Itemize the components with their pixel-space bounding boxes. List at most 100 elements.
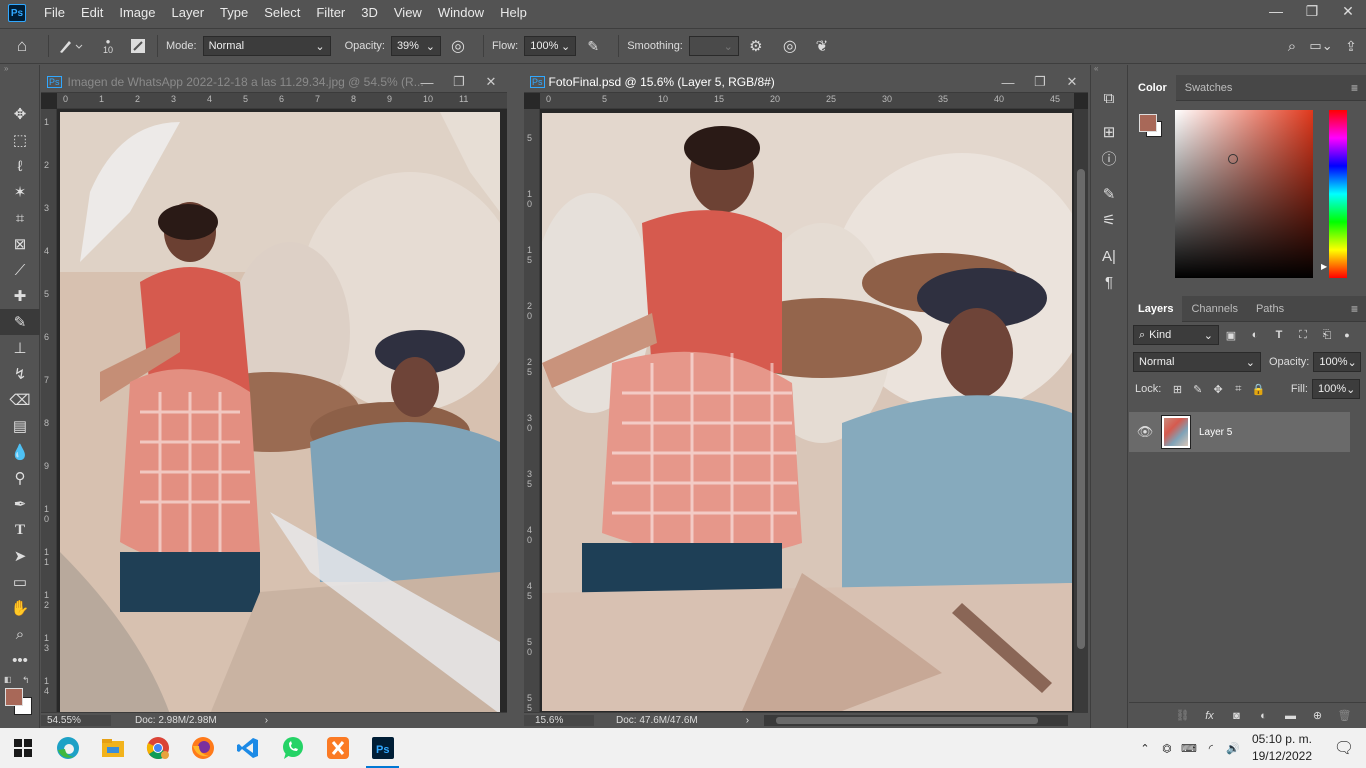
document-tab-whatsapp[interactable]: Ps Imagen de WhatsApp 2022-12-18 a las 1… — [41, 71, 507, 93]
layer-kind-filter[interactable]: ⌕ Kind ⌄ — [1133, 325, 1219, 345]
pen-tool-icon[interactable]: ✒ — [0, 491, 40, 517]
collapse-icon[interactable]: » — [0, 65, 39, 73]
menu-image[interactable]: Image — [111, 0, 163, 26]
airbrush-icon[interactable]: ✎ — [576, 38, 610, 55]
panel-menu-icon[interactable]: ≡ — [1351, 81, 1358, 95]
crop-tool-icon[interactable]: ⌗ — [0, 205, 40, 231]
lock-position-icon[interactable]: ✥ — [1208, 383, 1228, 396]
menu-select[interactable]: Select — [256, 0, 308, 26]
color-field[interactable] — [1175, 110, 1313, 278]
tab-color[interactable]: Color — [1129, 74, 1176, 101]
minimize-button[interactable]: — — [1258, 0, 1294, 22]
menu-help[interactable]: Help — [492, 0, 535, 26]
clock[interactable]: 05:10 p. m. 19/12/2022 — [1252, 731, 1312, 765]
filter-toggle-icon[interactable]: ● — [1339, 330, 1355, 340]
type-tool-icon[interactable]: T — [0, 517, 40, 543]
doc-restore-button[interactable]: ❐ — [443, 74, 475, 90]
fill-field[interactable]: 100% ⌄ — [1311, 379, 1360, 399]
marquee-tool-icon[interactable]: ⬚ — [0, 127, 40, 153]
move-tool-icon[interactable]: ✥ — [0, 101, 40, 127]
foreground-color-swatch[interactable] — [5, 688, 23, 706]
doc-close-button[interactable]: ✕ — [475, 74, 507, 90]
close-button[interactable]: ✕ — [1330, 0, 1366, 22]
tab-channels[interactable]: Channels — [1182, 296, 1246, 322]
adjustment-filter-icon[interactable]: ◐ — [1243, 329, 1267, 341]
doc-minimize-button[interactable]: — — [411, 75, 443, 90]
status-menu-chevron-icon[interactable]: › — [265, 715, 268, 726]
file-explorer-taskbar-icon[interactable] — [90, 728, 135, 768]
search-icon[interactable]: ⌕ — [1278, 38, 1306, 55]
lock-transparent-icon[interactable]: ⊞ — [1167, 383, 1187, 396]
eyedropper-tool-icon[interactable]: ⟋ — [0, 257, 40, 283]
healing-brush-tool-icon[interactable]: ✚ — [0, 283, 40, 309]
rectangle-tool-icon[interactable]: ▭ — [0, 569, 40, 595]
brush-size-picker[interactable]: ● 10 — [89, 37, 127, 55]
chrome-taskbar-icon[interactable] — [135, 728, 180, 768]
add-mask-icon[interactable]: ◙ — [1223, 710, 1250, 722]
tab-paths[interactable]: Paths — [1247, 296, 1293, 322]
doc-restore-button[interactable]: ❐ — [1024, 74, 1056, 90]
menu-view[interactable]: View — [386, 0, 430, 26]
notifications-icon[interactable]: 🗨 — [1322, 738, 1366, 758]
speaker-icon[interactable]: 🔊 — [1222, 742, 1244, 755]
lock-artboard-icon[interactable]: ⌗ — [1228, 383, 1248, 396]
meet-now-icon[interactable]: ⏣ — [1156, 742, 1178, 755]
link-layers-icon[interactable]: ⛓ — [1169, 709, 1196, 722]
type-filter-icon[interactable]: T — [1267, 329, 1291, 341]
hand-tool-icon[interactable]: ✋ — [0, 595, 40, 621]
info-panel-icon[interactable]: ⓘ — [1091, 145, 1127, 171]
menu-file[interactable]: File — [36, 0, 73, 26]
dodge-tool-icon[interactable]: ⚲ — [0, 465, 40, 491]
brush-settings-icon[interactable] — [127, 38, 149, 54]
zoom-tool-icon[interactable]: ⌕ — [0, 621, 40, 647]
menu-filter[interactable]: Filter — [308, 0, 353, 26]
trash-icon[interactable]: 🗑 — [1331, 709, 1358, 722]
canvas-restored-photo[interactable] — [542, 113, 1072, 711]
symmetry-icon[interactable]: ❦ — [807, 37, 837, 55]
eye-icon[interactable]: 👁 — [1129, 424, 1161, 440]
home-icon[interactable]: ⌂ — [0, 36, 44, 56]
new-group-icon[interactable]: ▬ — [1277, 710, 1304, 722]
history-panel-icon[interactable]: ⧉ — [1091, 85, 1127, 111]
photoshop-taskbar-icon[interactable]: Ps — [360, 728, 405, 768]
status-menu-chevron-icon[interactable]: › — [746, 715, 749, 726]
color-picker-cursor[interactable] — [1228, 154, 1238, 164]
opacity-field[interactable]: 39% ⌄ — [390, 36, 441, 56]
brush-preset-picker[interactable] — [53, 38, 89, 54]
menu-type[interactable]: Type — [212, 0, 256, 26]
zoom-level[interactable]: 54.55% — [41, 715, 111, 726]
language-icon[interactable]: ⌨ — [1178, 742, 1200, 755]
magic-wand-tool-icon[interactable]: ✶ — [0, 179, 40, 205]
hue-slider-handle-icon[interactable]: ▶ — [1321, 262, 1327, 271]
frame-tool-icon[interactable]: ⊠ — [0, 231, 40, 257]
share-icon[interactable]: ⇪ — [1336, 38, 1366, 55]
blur-tool-icon[interactable]: 💧 — [0, 439, 40, 465]
tab-layers[interactable]: Layers — [1129, 295, 1183, 322]
scrollbar-thumb[interactable] — [1077, 169, 1085, 649]
whatsapp-taskbar-icon[interactable] — [270, 728, 315, 768]
swap-colors-icon[interactable]: ↰ — [22, 675, 30, 686]
firefox-taskbar-icon[interactable] — [180, 728, 225, 768]
workspace-icon[interactable]: ▭⌄ — [1306, 38, 1336, 54]
shape-filter-icon[interactable]: ⛶ — [1291, 329, 1315, 342]
mode-dropdown[interactable]: Normal ⌄ — [202, 36, 331, 56]
brush-tool-icon[interactable]: ✎ — [0, 309, 40, 335]
doc-minimize-button[interactable]: — — [992, 75, 1024, 90]
panel-menu-icon[interactable]: ≡ — [1351, 302, 1358, 316]
layer-opacity-field[interactable]: 100% ⌄ — [1313, 352, 1362, 372]
more-tools-icon[interactable]: ••• — [0, 647, 40, 673]
gear-icon[interactable]: ⚙ — [739, 37, 773, 55]
lock-all-icon[interactable]: 🔒 — [1249, 383, 1269, 396]
wifi-icon[interactable]: ◜ — [1200, 742, 1222, 755]
new-layer-icon[interactable]: ⊕ — [1304, 709, 1331, 722]
pressure-opacity-icon[interactable]: ◎ — [441, 36, 475, 56]
document-tab-fotofinal[interactable]: Ps FotoFinal.psd @ 15.6% (Layer 5, RGB/8… — [524, 71, 1088, 93]
scrollbar-thumb[interactable] — [776, 717, 1038, 724]
menu-edit[interactable]: Edit — [73, 0, 111, 26]
eraser-tool-icon[interactable]: ⌫ — [0, 387, 40, 413]
layer-style-icon[interactable]: fx — [1196, 710, 1223, 722]
clone-stamp-tool-icon[interactable]: ⊥ — [0, 335, 40, 361]
vscode-taskbar-icon[interactable] — [225, 728, 270, 768]
path-selection-tool-icon[interactable]: ➤ — [0, 543, 40, 569]
gradient-tool-icon[interactable]: ▤ — [0, 413, 40, 439]
